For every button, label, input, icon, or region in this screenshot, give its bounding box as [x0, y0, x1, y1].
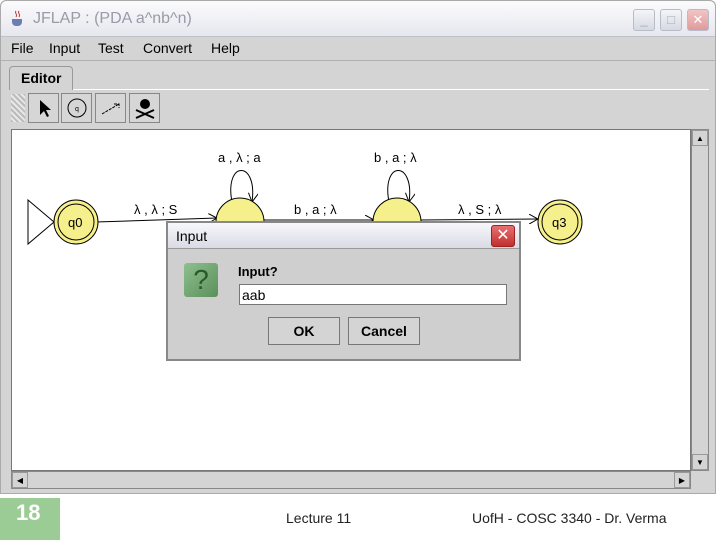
- label-q2-loop: b , a ; λ: [374, 150, 417, 165]
- slide-number: 18: [0, 498, 60, 540]
- java-cup-icon: [12, 10, 22, 26]
- menu-test[interactable]: Test: [98, 40, 124, 56]
- cancel-button[interactable]: Cancel: [348, 317, 420, 345]
- maximize-button[interactable]: □: [660, 9, 682, 31]
- loop-q2: [387, 170, 410, 203]
- label-q1-q2: b , a ; λ: [294, 202, 337, 217]
- tab-editor[interactable]: Editor: [9, 66, 73, 90]
- toolbar-grip[interactable]: [11, 94, 25, 122]
- menu-bar: File Input Test Convert Help: [1, 37, 715, 61]
- svg-text:q3: q3: [552, 215, 566, 230]
- input-field[interactable]: [239, 284, 507, 305]
- label-q2-q3: λ , S ; λ: [458, 202, 502, 217]
- delete-tool[interactable]: [129, 93, 160, 123]
- vertical-scrollbar[interactable]: ▲ ▼: [691, 129, 709, 471]
- question-icon: ?: [184, 263, 218, 297]
- dialog-title: Input: [176, 228, 208, 244]
- svg-text:q0: q0: [68, 215, 82, 230]
- state-q3[interactable]: q3: [537, 199, 583, 245]
- transition-q2-q3: [419, 219, 538, 220]
- transition-tool-icon: [101, 103, 120, 115]
- dialog-title-bar: Input ✕: [168, 223, 519, 249]
- dialog-prompt: Input?: [238, 264, 278, 279]
- menu-input[interactable]: Input: [49, 40, 80, 56]
- horizontal-scrollbar[interactable]: ◀ ▶: [11, 471, 691, 489]
- ok-button[interactable]: OK: [268, 317, 340, 345]
- dialog-close-button[interactable]: ✕: [491, 225, 515, 247]
- scroll-down-button[interactable]: ▼: [692, 454, 708, 470]
- scroll-left-button[interactable]: ◀: [12, 472, 28, 488]
- window-title: JFLAP : (PDA a^nb^n): [33, 10, 192, 27]
- menu-convert[interactable]: Convert: [143, 40, 192, 56]
- delete-skull-icon: [135, 99, 155, 119]
- minimize-button[interactable]: _: [633, 9, 655, 31]
- footer-right: UofH - COSC 3340 - Dr. Verma: [472, 510, 667, 526]
- scroll-up-button[interactable]: ▲: [692, 130, 708, 146]
- arrow-select-tool[interactable]: [28, 93, 59, 123]
- transition-tool[interactable]: [95, 93, 126, 123]
- scroll-right-button[interactable]: ▶: [674, 472, 690, 488]
- footer-center: Lecture 11: [286, 510, 352, 526]
- state-q0[interactable]: q0: [53, 199, 99, 245]
- arrow-select-icon: [40, 100, 51, 117]
- menu-file[interactable]: File: [11, 40, 34, 56]
- state-tool-icon: q: [67, 98, 87, 118]
- state-tool[interactable]: q: [61, 93, 92, 123]
- loop-q1: [230, 170, 253, 203]
- initial-state-marker: [27, 198, 55, 246]
- tab-divider: [73, 89, 709, 90]
- label-q1-loop: a , λ ; a: [218, 150, 261, 165]
- title-bar: JFLAP : (PDA a^nb^n) _ □ ✕: [1, 1, 715, 37]
- menu-help[interactable]: Help: [211, 40, 240, 56]
- label-q0-q1: λ , λ ; S: [134, 202, 178, 217]
- svg-text:q: q: [75, 106, 79, 113]
- close-button[interactable]: ✕: [687, 9, 709, 31]
- input-dialog: Input ✕ ? Input? OK Cancel: [166, 221, 521, 361]
